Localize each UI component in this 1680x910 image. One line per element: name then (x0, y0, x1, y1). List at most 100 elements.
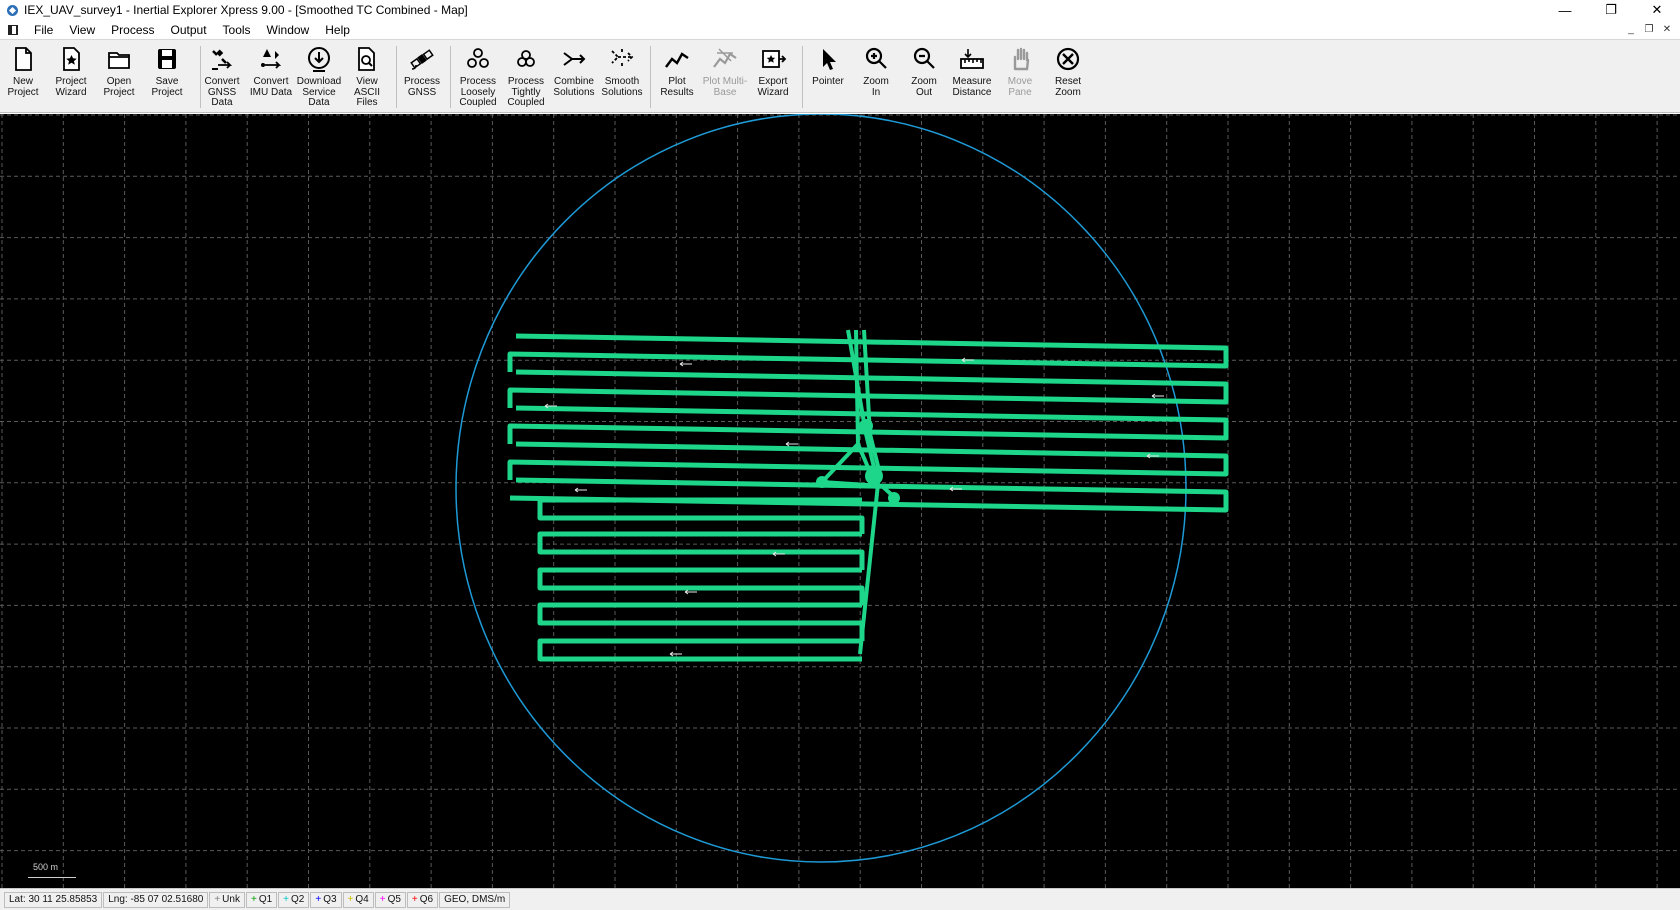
quality-color-icon: + (214, 894, 221, 905)
trajectory-lower-block (537, 497, 865, 662)
mdi-minimize-icon[interactable]: _ (1624, 24, 1638, 35)
quality-flag-q3[interactable]: + Q3 (310, 891, 342, 908)
toolbar-button-combine[interactable]: Combine Solutions (550, 42, 598, 112)
map-canvas[interactable] (0, 114, 1680, 888)
convert-gnss-icon (208, 45, 236, 73)
download-icon (305, 45, 333, 73)
quality-flag-label: Q1 (258, 894, 273, 905)
zoom-in-icon (862, 45, 890, 73)
toolbar-button-open-folder[interactable]: Open Project (95, 42, 143, 112)
mdi-restore-icon[interactable]: ❐ (1642, 24, 1656, 35)
toolbar-button-smooth[interactable]: Smooth Solutions (598, 42, 646, 112)
toolbar: New Project Project Wizard Open Project Sav… (0, 39, 1680, 113)
plot-multibase-icon (711, 45, 739, 73)
satellite-icon (408, 45, 436, 73)
quality-flag-q5[interactable]: + Q5 (374, 891, 406, 908)
window-title: IEX_UAV_survey1 - Inertial Explorer Xpre… (24, 3, 468, 17)
toolbar-button-label: Plot Results (660, 76, 694, 98)
toolbar-button-loosely-coupled[interactable]: Process Loosely Coupled (454, 42, 502, 112)
menu-file[interactable]: File (26, 23, 61, 37)
toolbar-button-ruler[interactable]: Measure Distance (948, 42, 996, 112)
toolbar-separator (200, 46, 201, 108)
toolbar-button-label: Reset Zoom (1054, 76, 1082, 98)
menu-process[interactable]: Process (103, 23, 162, 37)
toolbar-button-satellite[interactable]: Process GNSS (398, 42, 446, 112)
direction-arrow (1151, 393, 1164, 399)
menu-help[interactable]: Help (317, 23, 358, 37)
direction-arrow (684, 589, 697, 595)
export-wizard-icon (759, 45, 787, 73)
toolbar-button-label: Convert GNSS Data (204, 76, 240, 108)
minimize-button[interactable]: — (1542, 0, 1588, 20)
toolbar-button-reset-zoom[interactable]: Reset Zoom (1044, 42, 1092, 112)
quality-color-icon: + (315, 894, 322, 905)
quality-flag-label: Q6 (419, 894, 434, 905)
plot-line-icon (663, 45, 691, 73)
toolbar-button-label: Process GNSS (403, 76, 441, 98)
convert-imu-icon (257, 45, 285, 73)
toolbar-button-label: Export Wizard (757, 76, 789, 98)
menu-bar: File View Process Output Tools Window He… (0, 20, 1680, 39)
quality-color-icon: + (283, 894, 289, 905)
quality-flag-label: Unk (222, 894, 240, 905)
toolbar-button-label: New Project (7, 76, 39, 98)
toolbar-button-label: Process Loosely Coupled (459, 76, 497, 108)
toolbar-button-export-wizard[interactable]: Export Wizard (749, 42, 797, 112)
quality-flag-q4[interactable]: + Q4 (342, 891, 374, 908)
title-bar: IEX_UAV_survey1 - Inertial Explorer Xpre… (0, 0, 1680, 20)
toolbar-button-plot-line[interactable]: Plot Results (653, 42, 701, 112)
toolbar-separator (396, 46, 397, 108)
toolbar-button-zoom-out[interactable]: Zoom Out (900, 42, 948, 112)
toolbar-button-plot-multibase[interactable]: Plot Multi- Base (701, 42, 749, 112)
toolbar-button-download[interactable]: Download Service Data (295, 42, 343, 112)
pointer-icon (814, 45, 842, 73)
mdi-close-icon[interactable]: ✕ (1660, 24, 1674, 35)
toolbar-button-label: Measure Distance (952, 76, 992, 98)
quality-flag-q6[interactable]: + Q6 (406, 891, 439, 908)
zoom-out-icon (910, 45, 938, 73)
toolbar-button-label: View ASCII Files (353, 76, 381, 108)
latitude-readout: Lat: 30 11 25.85853 (4, 891, 103, 908)
tightly-coupled-icon (512, 45, 540, 73)
longitude-readout: Lng: -85 07 02.51680 (103, 891, 209, 908)
toolbar-separator (802, 46, 803, 108)
scale-label: 500 m (33, 862, 59, 872)
toolbar-button-convert-imu[interactable]: Convert IMU Data (247, 42, 295, 112)
close-button[interactable]: ✕ (1634, 0, 1680, 20)
toolbar-button-label: Open Project (103, 76, 135, 98)
toolbar-button-new-project[interactable]: New Project (0, 42, 47, 112)
quality-flag-label: Q4 (355, 894, 369, 905)
menu-tools[interactable]: Tools (215, 23, 259, 37)
toolbar-button-label: Project Wizard (55, 76, 87, 98)
view-ascii-icon (353, 45, 381, 73)
toolbar-button-view-ascii[interactable]: View ASCII Files (343, 42, 391, 112)
takeoff-marker (859, 419, 873, 433)
toolbar-button-label: Convert IMU Data (249, 76, 293, 98)
toolbar-button-convert-gnss[interactable]: Convert GNSS Data (198, 42, 246, 112)
toolbar-button-tightly-coupled[interactable]: Process Tightly Coupled (502, 42, 550, 112)
document-icon[interactable] (7, 24, 19, 36)
toolbar-button-zoom-in[interactable]: Zoom In (852, 42, 900, 112)
toolbar-button-label: Combine Solutions (553, 76, 595, 98)
direction-arrow (785, 441, 798, 447)
start-marker (888, 492, 900, 504)
quality-flag-q1[interactable]: + Q1 (245, 891, 278, 908)
quality-flag-unk[interactable]: + Unk (209, 891, 245, 908)
toolbar-button-project-wizard[interactable]: Project Wizard (47, 42, 95, 112)
landing-marker (865, 467, 883, 485)
toolbar-button-save-disk[interactable]: Save Project (143, 42, 191, 112)
quality-flag-q2[interactable]: + Q2 (278, 891, 310, 908)
restore-button[interactable]: ❐ (1588, 0, 1634, 20)
loosely-coupled-icon (464, 45, 492, 73)
toolbar-button-hand[interactable]: Move Pane (996, 42, 1044, 112)
toolbar-button-label: Zoom Out (911, 76, 937, 98)
quality-flag-label: Q3 (323, 894, 337, 905)
map-pane[interactable]: 500 m (0, 114, 1680, 888)
toolbar-button-label: Process Tightly Coupled (507, 76, 545, 108)
toolbar-button-pointer[interactable]: Pointer (804, 42, 852, 112)
new-project-icon (9, 45, 37, 73)
menu-window[interactable]: Window (259, 23, 318, 37)
quality-color-icon: + (411, 894, 418, 905)
menu-output[interactable]: Output (163, 23, 215, 37)
menu-view[interactable]: View (61, 23, 103, 37)
